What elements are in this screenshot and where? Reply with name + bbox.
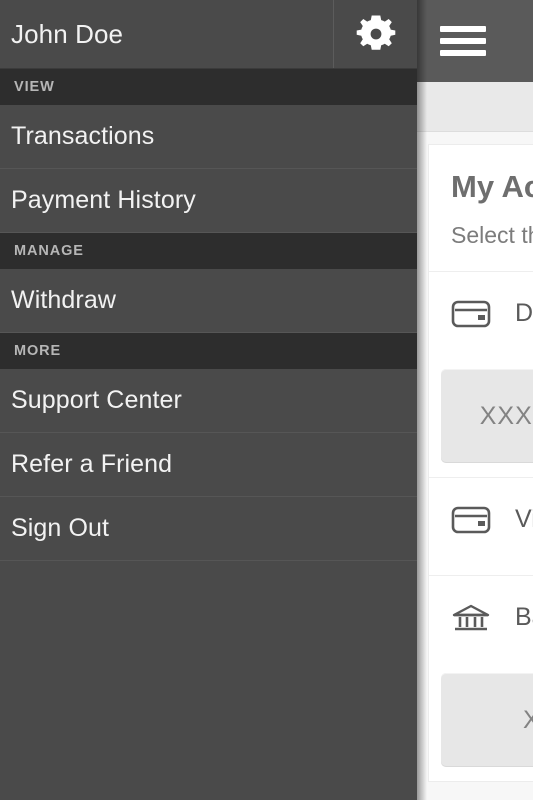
account-number: XXXX XXXX XXXX 4821 xyxy=(479,401,533,430)
sidebar-item-transactions[interactable]: Transactions xyxy=(0,105,417,169)
main-page: Home My Accounts Select the account to u… xyxy=(417,0,533,800)
sidebar-item-label: Withdraw xyxy=(11,286,116,314)
hamburger-bar-3 xyxy=(440,50,486,56)
credit-card-icon xyxy=(451,299,507,329)
accounts-card: My Accounts Select the account to use De… xyxy=(428,144,533,782)
drawer-section-header-view: VIEW xyxy=(0,69,417,105)
sidebar-item-label: Refer a Friend xyxy=(11,450,173,478)
account-number-button[interactable]: XXXXXXXX 5512 xyxy=(441,673,533,767)
accounts-card-title: My Accounts xyxy=(451,169,533,204)
user-name: John Doe xyxy=(11,19,124,49)
row-spacer xyxy=(429,355,533,369)
account-label: Debit Card xyxy=(515,299,533,327)
sidebar-item-refer-a-friend[interactable]: Refer a Friend xyxy=(0,433,417,497)
row-spacer xyxy=(429,659,533,673)
account-row[interactable]: Bank Account xyxy=(429,575,533,659)
page-title-bar: Home xyxy=(417,82,533,132)
settings-button[interactable] xyxy=(333,0,417,68)
sidebar-item-label: Transactions xyxy=(11,122,155,150)
hamburger-bar-1 xyxy=(440,26,486,32)
sidebar-item-support-center[interactable]: Support Center xyxy=(0,369,417,433)
page-bottom-spacer xyxy=(417,782,533,800)
main-page-inner: Home My Accounts Select the account to u… xyxy=(417,0,533,800)
account-number-button[interactable]: XXXX XXXX XXXX 4821 xyxy=(441,369,533,463)
app-screen: Home My Accounts Select the account to u… xyxy=(0,0,533,800)
row-spacer xyxy=(429,561,533,575)
accounts-card-subtitle: Select the account to use xyxy=(451,222,533,248)
section-label: MORE xyxy=(14,343,62,359)
row-spacer xyxy=(429,463,533,477)
row-spacer xyxy=(429,767,533,781)
section-label: VIEW xyxy=(14,79,55,95)
account-row[interactable]: Visa Credit Card xyxy=(429,477,533,561)
hamburger-menu-icon[interactable] xyxy=(440,24,486,58)
sidebar-item-label: Sign Out xyxy=(11,514,110,542)
app-bar xyxy=(417,0,533,82)
section-label: MANAGE xyxy=(14,243,84,259)
gear-icon xyxy=(352,10,400,58)
credit-card-icon xyxy=(451,505,507,535)
sidebar-item-label: Support Center xyxy=(11,386,182,414)
sidebar-item-withdraw[interactable]: Withdraw xyxy=(0,269,417,333)
account-label: Visa Credit Card xyxy=(515,505,533,533)
account-row[interactable]: Debit Card xyxy=(429,271,533,355)
sidebar-item-sign-out[interactable]: Sign Out xyxy=(0,497,417,561)
account-number: XXXXXXXX 5512 xyxy=(523,705,533,734)
bank-icon xyxy=(451,602,507,634)
page-content: My Accounts Select the account to use De… xyxy=(417,132,533,800)
sidebar-item-label: Payment History xyxy=(11,186,196,214)
navigation-drawer: John Doe VIEW Transactions Payment Histo… xyxy=(0,0,417,800)
drawer-empty-area xyxy=(0,561,417,800)
account-label: Bank Account xyxy=(515,603,533,631)
drawer-section-header-manage: MANAGE xyxy=(0,233,417,269)
hamburger-bar-2 xyxy=(440,38,486,44)
sidebar-item-payment-history[interactable]: Payment History xyxy=(0,169,417,233)
drawer-section-header-more: MORE xyxy=(0,333,417,369)
drawer-header: John Doe xyxy=(0,0,417,69)
